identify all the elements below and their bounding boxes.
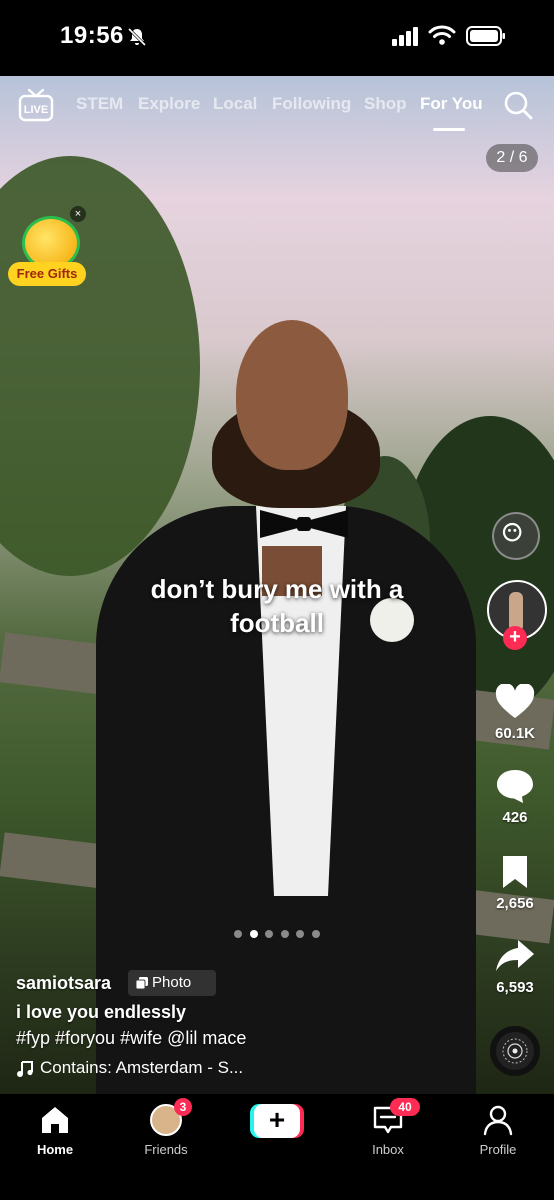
carousel-indicator (230, 930, 324, 940)
tab-for-you[interactable]: For You (420, 94, 483, 114)
save-count: 2,656 (496, 895, 534, 912)
nav-friends-label: Friends (144, 1142, 188, 1157)
carousel-dot (234, 930, 242, 938)
photo-text-overlay: don’t bury me with a football (120, 572, 434, 640)
photo-counter: 2 / 6 (486, 144, 538, 172)
carousel-dot (281, 930, 289, 938)
like-count: 60.1K (494, 725, 536, 742)
active-tab-indicator (433, 128, 465, 131)
svg-text:LIVE: LIVE (24, 104, 48, 116)
overlay-line-1: don’t bury me with a (150, 574, 404, 604)
carousel-dot (296, 930, 304, 938)
close-icon[interactable]: × (70, 206, 86, 222)
profile-icon (483, 1105, 513, 1136)
battery-icon (466, 26, 505, 46)
share-count: 6,593 (496, 979, 534, 996)
overlay-line-2: football (230, 608, 324, 638)
tab-shop[interactable]: Shop (364, 94, 407, 114)
wifi-icon (428, 25, 456, 45)
photo-stack-icon (136, 977, 148, 989)
share-arrow-icon (496, 940, 534, 971)
status-time: 19:56 (60, 22, 124, 49)
friends-badge: 3 (174, 1098, 192, 1116)
tab-explore[interactable]: Explore (138, 94, 200, 114)
comment-count: 426 (502, 809, 528, 826)
photo-mode-badge[interactable]: Photo (128, 970, 216, 996)
search-icon[interactable] (503, 90, 533, 120)
carousel-dot-active (250, 930, 258, 938)
author-username[interactable]: samiotsara (16, 973, 111, 994)
nav-inbox-label: Inbox (372, 1142, 404, 1157)
create-post-button[interactable]: + (250, 1104, 304, 1138)
bowtie (260, 510, 348, 538)
like-button[interactable]: 60.1K (470, 683, 554, 742)
photo-badge-label: Photo (152, 974, 192, 991)
bell-muted-icon (127, 27, 147, 47)
free-gifts-promo[interactable]: Free Gifts × (8, 206, 88, 290)
music-note-icon (17, 1061, 33, 1077)
top-nav: LIVE STEM Explore Local Following Shop F… (0, 88, 554, 131)
inbox-badge: 40 (390, 1098, 420, 1116)
carousel-dot (265, 930, 273, 938)
live-icon[interactable]: LIVE (18, 88, 54, 122)
follow-button[interactable]: + (503, 626, 527, 650)
bookmark-icon (503, 856, 527, 888)
heart-icon (495, 683, 535, 718)
nav-home-label: Home (36, 1142, 74, 1157)
free-gifts-label: Free Gifts (8, 262, 86, 286)
music-title: Contains: Amsterdam - S... (40, 1058, 244, 1077)
post-caption: i love you endlessly (16, 1002, 187, 1022)
tab-following[interactable]: Following (272, 94, 351, 114)
effect-icon[interactable] (492, 512, 540, 560)
post-hashtags[interactable]: #fyp #foryou #wife @lil mace (16, 1028, 246, 1049)
create-btn-white: + (254, 1104, 300, 1138)
bottom-nav: Home 3 Friends + 40 Inbox Profile (0, 1094, 554, 1200)
person-face (236, 320, 348, 470)
tab-stem[interactable]: STEM (76, 94, 123, 114)
status-bar: 19:56 (0, 0, 554, 76)
comment-button[interactable]: 426 (470, 768, 554, 826)
share-button[interactable]: 6,593 (470, 938, 554, 996)
music-disc-icon[interactable] (490, 1026, 540, 1076)
carousel-dot (312, 930, 320, 938)
save-button[interactable]: 2,656 (470, 854, 554, 912)
comment-icon (497, 770, 533, 803)
home-icon (42, 1107, 68, 1133)
tab-local[interactable]: Local (213, 94, 257, 114)
signal-icon (392, 27, 418, 46)
nav-profile-label: Profile (479, 1142, 517, 1157)
